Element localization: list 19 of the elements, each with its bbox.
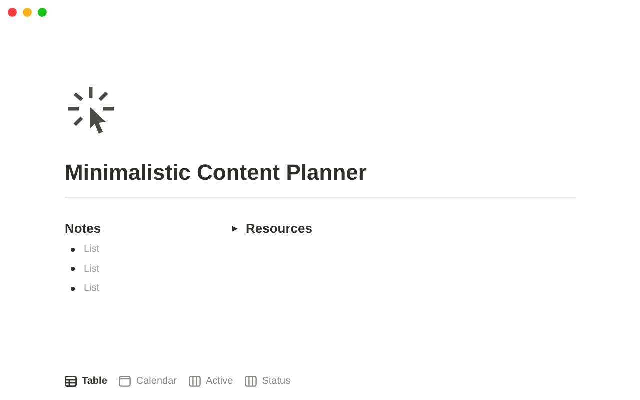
bullet-icon	[71, 286, 75, 291]
resources-toggle[interactable]: Resources	[232, 220, 312, 238]
calendar-icon	[119, 376, 132, 386]
bullet-icon	[71, 248, 75, 252]
view-tab[interactable]: Status	[244, 373, 292, 389]
triangle-icon	[232, 226, 238, 232]
cursor-click-icon	[68, 87, 116, 135]
table-icon	[65, 376, 77, 386]
page-title: Minimalistic Content Planner	[65, 159, 368, 187]
list-item: List	[84, 243, 100, 258]
list-item: List	[84, 262, 100, 277]
list-item: List	[84, 282, 100, 296]
notes-heading: Notes	[65, 220, 102, 238]
board-icon	[245, 376, 258, 386]
bullet-icon	[71, 267, 75, 272]
view-tab[interactable]: Table	[64, 373, 108, 389]
view-tab[interactable]: Active	[188, 373, 234, 389]
view-tab[interactable]: Calendar	[118, 373, 178, 389]
board-icon	[188, 376, 201, 386]
